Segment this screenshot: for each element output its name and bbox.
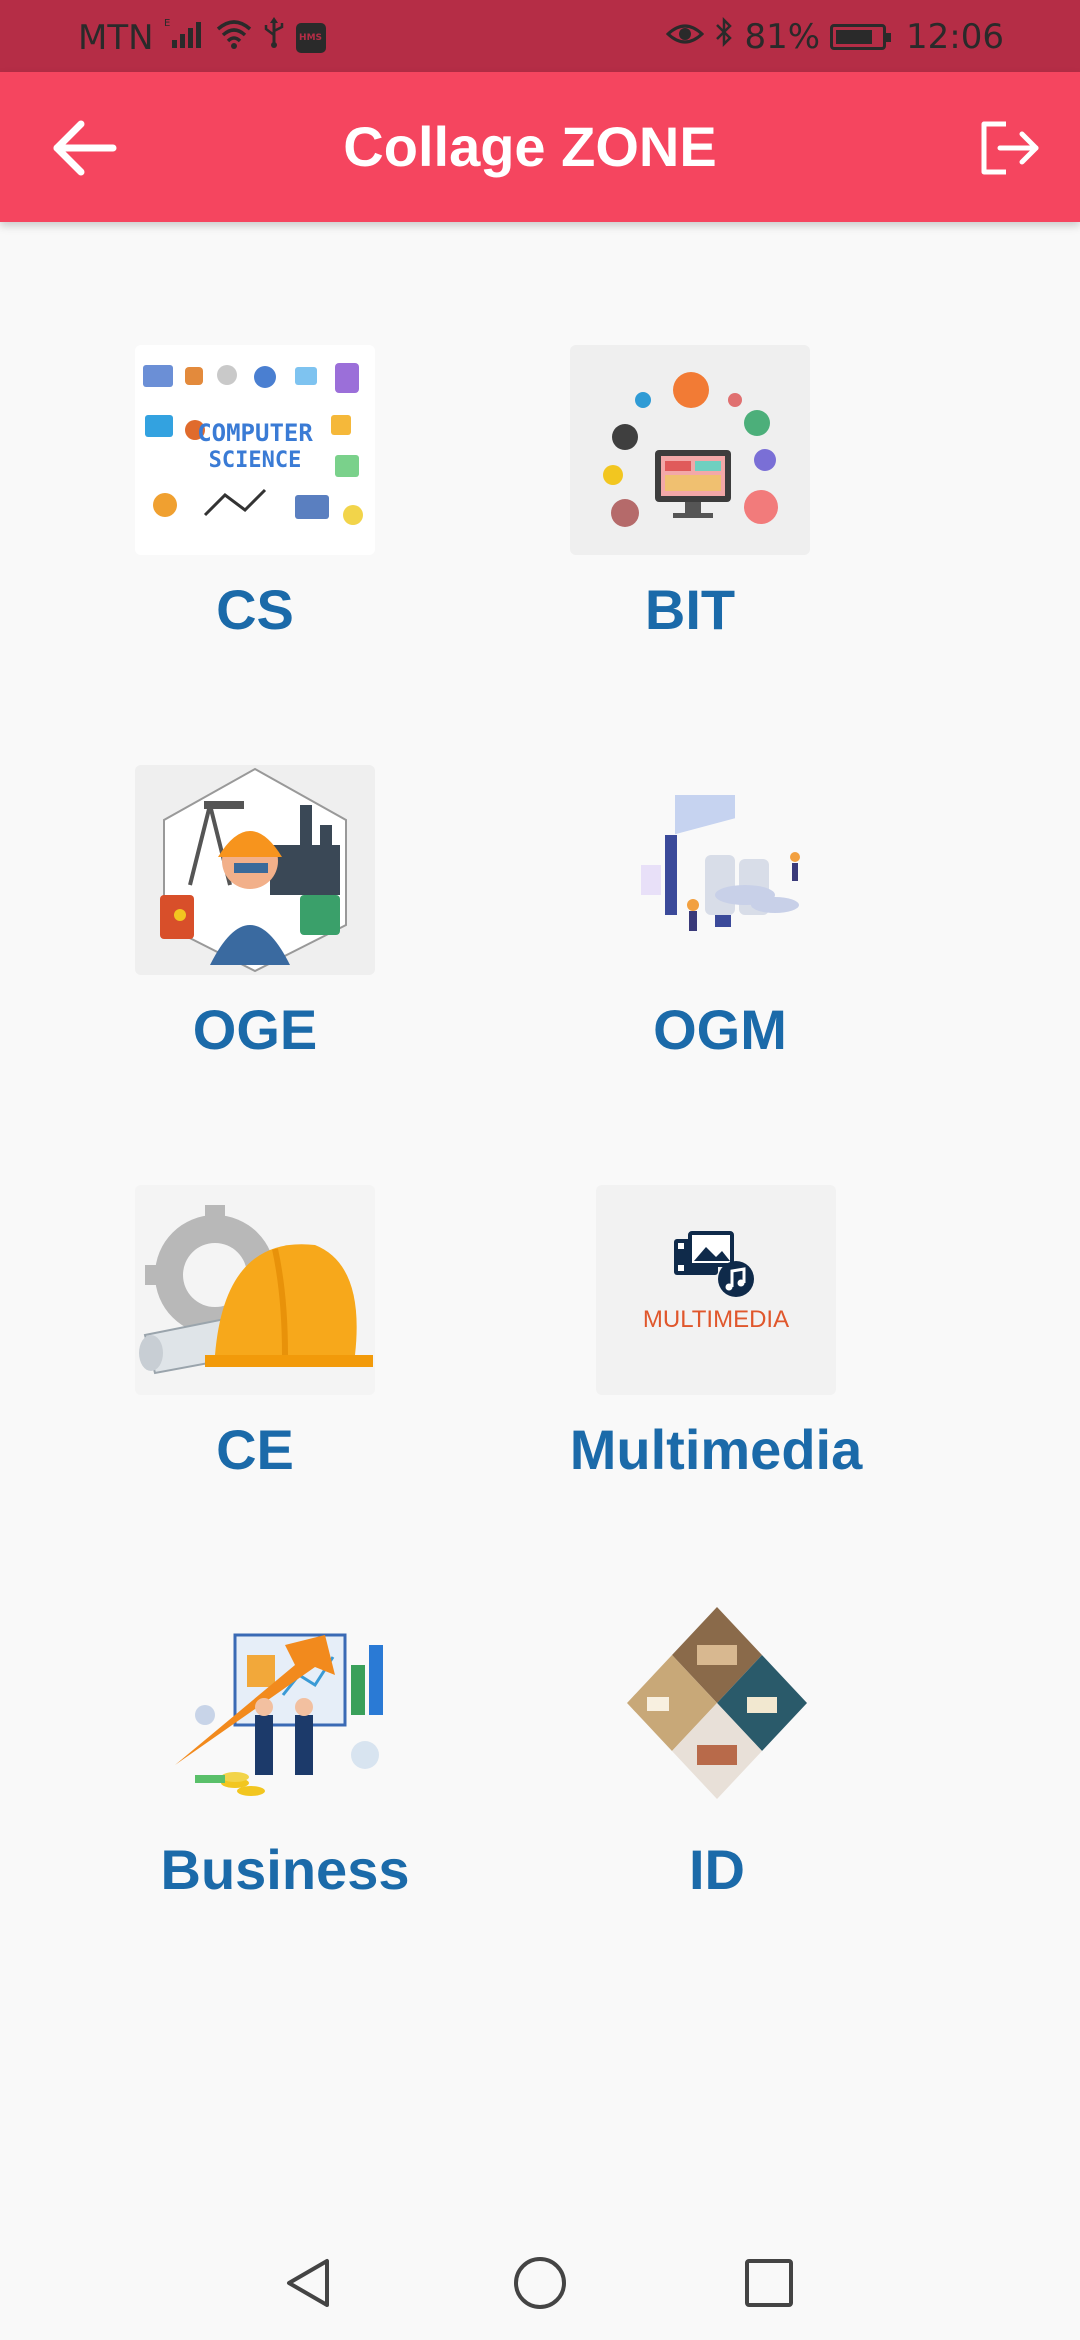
status-bar: MTN E HMS 81% 12:06 (0, 0, 1080, 72)
battery-fill (836, 29, 872, 44)
nav-recents-icon (745, 2259, 793, 2307)
business-image (165, 1605, 405, 1815)
svg-text:COMPUTER: COMPUTER (197, 419, 313, 447)
tile-label: Multimedia (569, 1418, 863, 1481)
tile-business[interactable]: Business (155, 1605, 415, 1902)
battery-percent: 81% (744, 16, 821, 57)
svg-text:E: E (164, 18, 170, 29)
it-network-image (570, 345, 810, 555)
back-button[interactable] (40, 108, 128, 188)
tile-cs[interactable]: COMPUTER SCIENCE CS (135, 345, 375, 642)
svg-text:SCIENCE: SCIENCE (209, 448, 302, 473)
tile-label: CS (216, 578, 294, 641)
tile-label: Business (160, 1838, 410, 1901)
interior-design-image (597, 1605, 837, 1815)
eye-comfort-icon (666, 17, 705, 57)
status-left: MTN E HMS (78, 16, 326, 59)
nav-recents-button[interactable] (734, 2248, 804, 2318)
wifi-icon (216, 18, 252, 58)
logout-icon (981, 121, 1039, 175)
nav-back-icon (287, 2259, 329, 2307)
tile-oge[interactable]: OGE (135, 765, 375, 1062)
tile-bit[interactable]: BIT (570, 345, 810, 642)
clock: 12:06 (906, 16, 1004, 57)
system-nav-bar (0, 2220, 1080, 2340)
tile-ogm[interactable]: OGM (600, 765, 840, 1062)
nav-home-button[interactable] (505, 2248, 575, 2318)
nav-back-button[interactable] (274, 2248, 344, 2318)
app-bar: Collage ZONE (0, 72, 1080, 222)
oil-gas-management-image (600, 765, 840, 975)
nav-home-icon (514, 2257, 566, 2309)
civil-engineering-image (135, 1185, 375, 1395)
tile-label: OGM (653, 998, 787, 1061)
logout-button[interactable] (970, 108, 1050, 188)
tile-label: ID (689, 1838, 745, 1901)
multimedia-image: MULTIMEDIA (596, 1185, 836, 1395)
tile-ce[interactable]: CE (135, 1185, 375, 1482)
carrier-name: MTN (78, 17, 154, 58)
battery-icon (830, 23, 892, 50)
usb-icon (262, 17, 286, 58)
tile-id[interactable]: ID (597, 1605, 837, 1902)
page-title: Collage ZONE (343, 115, 717, 178)
tile-multimedia[interactable]: MULTIMEDIA Multimedia (556, 1185, 876, 1482)
tile-label: BIT (644, 578, 736, 641)
bluetooth-icon (714, 16, 734, 57)
arrow-left-icon (53, 120, 117, 176)
computer-science-image: COMPUTER SCIENCE (135, 345, 375, 555)
tile-label: CE (216, 1418, 294, 1481)
tile-label: OGE (192, 998, 318, 1061)
svg-text:MULTIMEDIA: MULTIMEDIA (643, 1306, 789, 1333)
signal-icon: E (164, 16, 206, 59)
status-right: 81% 12:06 (666, 16, 1004, 57)
oil-gas-engineer-image (135, 765, 375, 975)
hms-badge-icon: HMS (295, 22, 326, 53)
